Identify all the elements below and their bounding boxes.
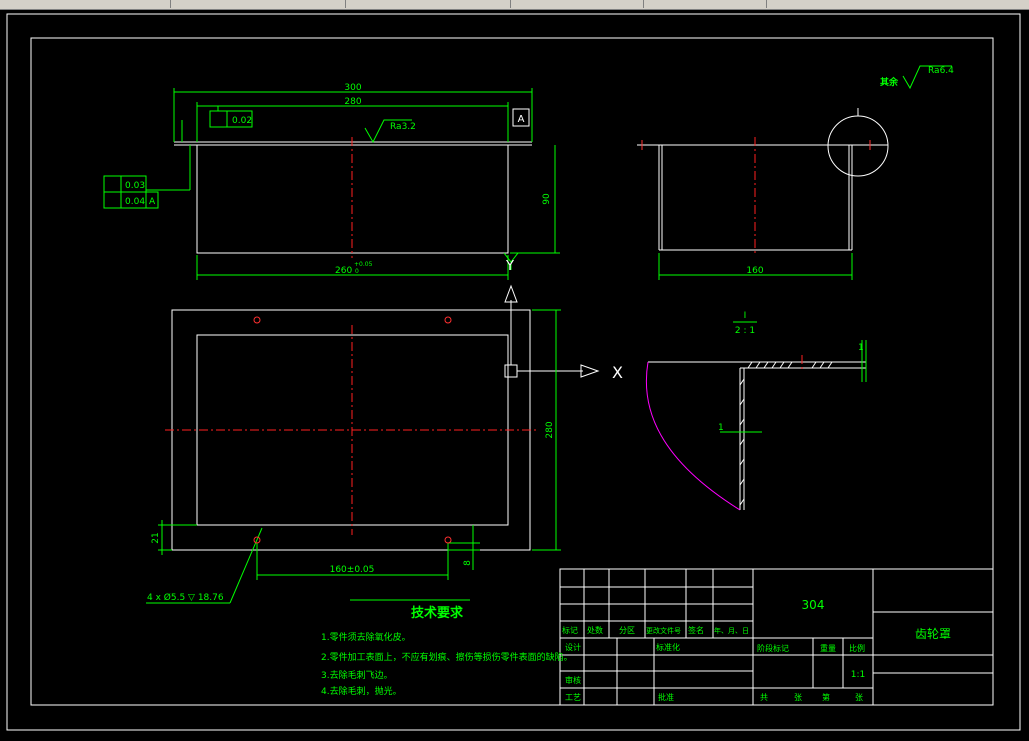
scale-value: 1:1 bbox=[851, 670, 865, 680]
view-marker-y: Y bbox=[505, 259, 514, 274]
detail-label: I bbox=[744, 311, 747, 321]
tech-req-2: 2.零件加工表面上，不应有划痕、擦伤等损伤零件表面的缺陷。 bbox=[321, 651, 573, 663]
datum-a-label: A bbox=[518, 114, 525, 125]
dim-detail-1b: 1 bbox=[718, 423, 724, 433]
tb-mark: 标记 bbox=[562, 625, 578, 635]
tol-flatness-top: 0.02 bbox=[232, 116, 252, 126]
tech-req-heading: 技术要求 bbox=[411, 605, 464, 621]
roughness-other: Ra6.4 bbox=[928, 66, 954, 76]
tech-req-4: 4.去除毛刺，抛光。 bbox=[321, 685, 402, 697]
inner-border bbox=[30, 37, 994, 706]
toolbar-segment[interactable] bbox=[0, 0, 171, 8]
tb-zone: 分区 bbox=[619, 626, 635, 635]
tb-signature: 签名 bbox=[688, 625, 704, 635]
dim-hole-pitch: 160±0.05 bbox=[330, 565, 375, 575]
dim-edge-21: 21 bbox=[151, 532, 161, 543]
dim-height: 90 bbox=[542, 193, 552, 205]
toolbar-segment[interactable] bbox=[185, 0, 346, 8]
tol-parallel-ref: A bbox=[149, 197, 156, 207]
dim-top-overall: 300 bbox=[344, 83, 361, 93]
dim-bottom-tol-low: 0 bbox=[355, 268, 359, 275]
dim-bottom-width: 260 bbox=[335, 266, 352, 276]
detail-break-curve bbox=[645, 361, 741, 511]
tb-total: 共 bbox=[760, 693, 768, 702]
dim-bottom-tol: +0.05 bbox=[354, 261, 373, 268]
tech-req-1: 1.零件须去除氧化皮。 bbox=[321, 631, 411, 643]
tb-process: 工艺 bbox=[565, 693, 581, 702]
cad-drawing: 300 280 0.02 0.03 0.04 A Ra3.2 Ra6.4 其余 … bbox=[6, 13, 1021, 731]
dim-detail-1a: 1 bbox=[858, 343, 864, 353]
dim-plan-height: 280 bbox=[545, 421, 555, 438]
dim-edge-8: 8 bbox=[463, 560, 473, 566]
dim-top-inner: 280 bbox=[344, 97, 361, 107]
tb-change-doc: 更改文件号 bbox=[646, 626, 681, 635]
detail-scale: 2 : 1 bbox=[735, 326, 755, 336]
tb-weight: 重量 bbox=[820, 643, 836, 653]
tol-flatness-side: 0.03 bbox=[125, 181, 145, 191]
detail-circle-label: I bbox=[857, 107, 860, 118]
roughness-top: Ra3.2 bbox=[390, 122, 416, 132]
hole-spec: 4 x Ø5.5 ▽ 18.76 bbox=[147, 592, 224, 603]
tol-parallel-side: 0.04 bbox=[125, 197, 145, 207]
tb-stage-mark: 阶段标记 bbox=[757, 643, 789, 653]
dim-side-width: 160 bbox=[746, 266, 763, 276]
tech-req-3: 3.去除毛刺飞边。 bbox=[321, 669, 393, 681]
tb-approve: 批准 bbox=[658, 692, 674, 702]
tb-scale-label: 比例 bbox=[849, 643, 865, 653]
tb-date: 年、月、日 bbox=[714, 626, 749, 635]
tb-review: 审核 bbox=[565, 675, 581, 685]
tb-count: 处数 bbox=[587, 625, 603, 635]
roughness-other-label: 其余 bbox=[880, 76, 899, 88]
tb-sheet-unit: 张 bbox=[855, 693, 863, 702]
view-marker-x: X bbox=[612, 363, 623, 382]
drawing-canvas[interactable]: 300 280 0.02 0.03 0.04 A Ra3.2 Ra6.4 其余 … bbox=[0, 9, 1029, 737]
toolbar-segment[interactable] bbox=[646, 0, 767, 8]
toolbar-segment[interactable] bbox=[348, 0, 511, 8]
tb-design: 设计 bbox=[565, 642, 581, 652]
tb-sheets: 张 bbox=[794, 693, 802, 702]
tb-standardize: 标准化 bbox=[656, 642, 680, 652]
detail-circle bbox=[827, 115, 889, 177]
toolbar-segment[interactable] bbox=[513, 0, 644, 8]
drawing-title: 齿轮罩 bbox=[915, 627, 951, 641]
tb-sheet-no: 第 bbox=[822, 692, 830, 702]
material: 304 bbox=[802, 598, 825, 612]
